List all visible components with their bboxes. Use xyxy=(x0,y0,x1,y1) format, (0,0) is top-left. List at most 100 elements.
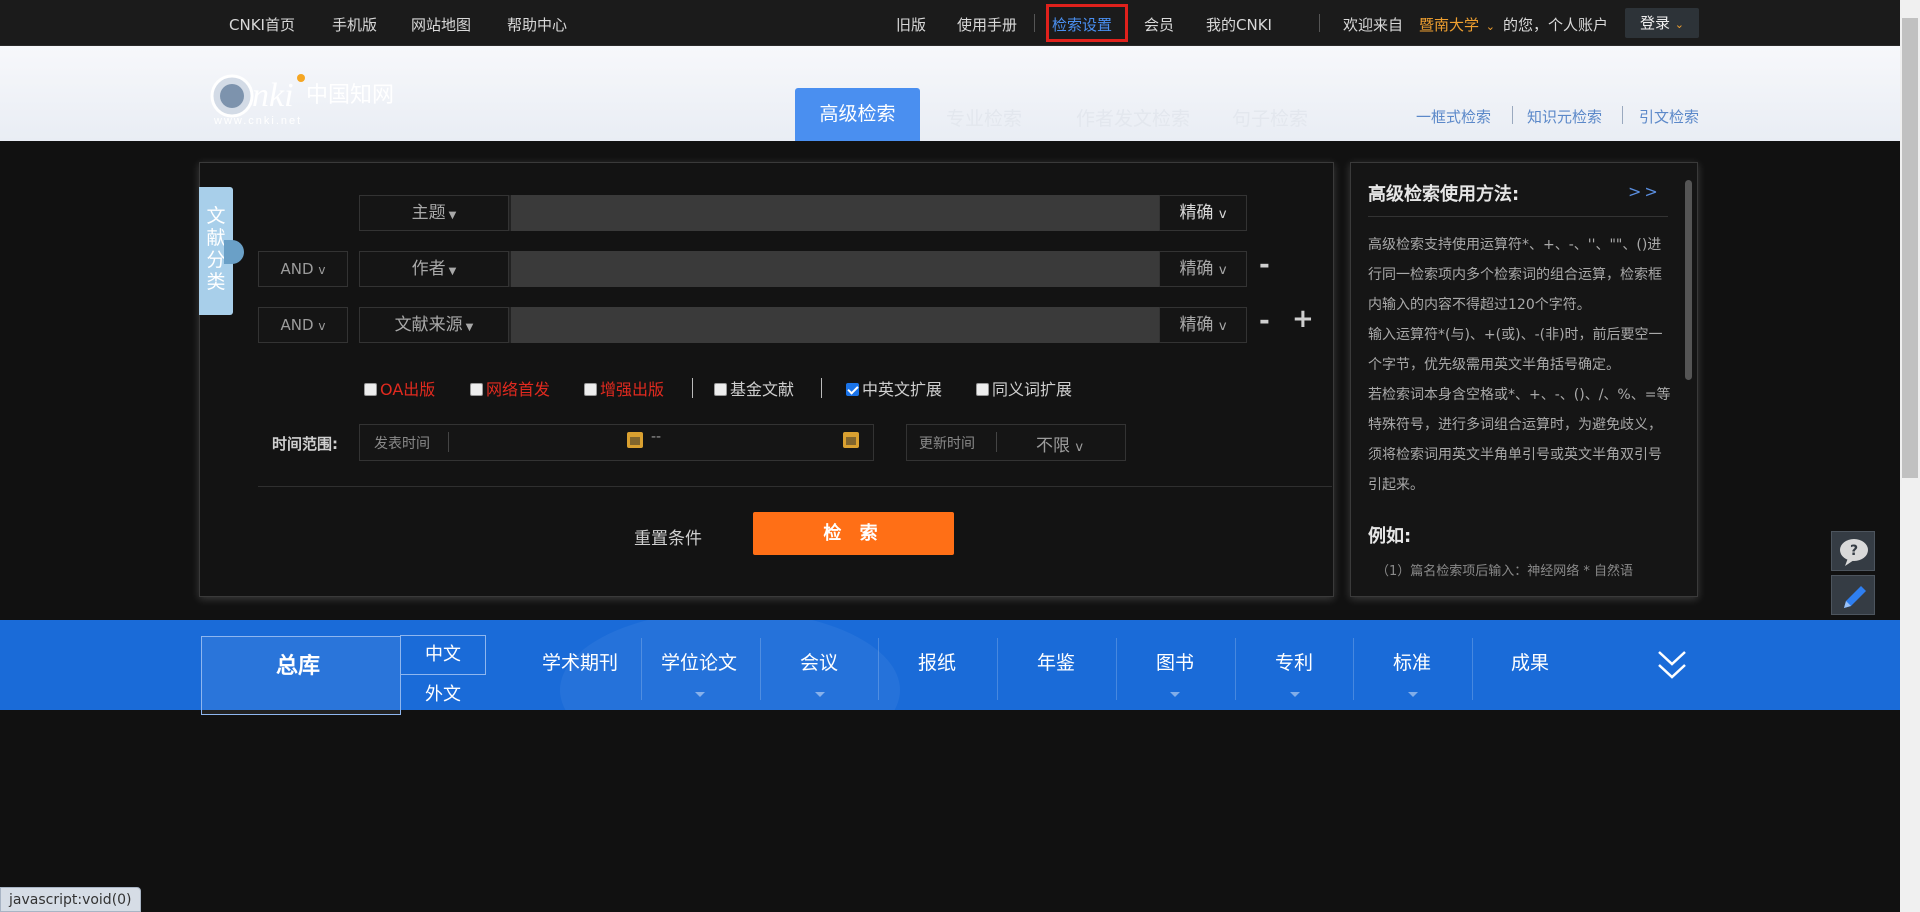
chevron-down-icon: v xyxy=(1218,319,1227,334)
user-manual-link[interactable]: 使用手册 xyxy=(957,14,1017,35)
divider xyxy=(760,638,761,700)
chevron-down-icon: v xyxy=(318,263,326,277)
remove-row-icon[interactable]: - xyxy=(1259,306,1270,336)
tab-advanced-search[interactable]: 高级检索 xyxy=(795,88,920,141)
checkbox-icon xyxy=(714,383,727,396)
match-select-2[interactable]: 精确 v xyxy=(1159,251,1247,287)
login-label: 登录 xyxy=(1639,14,1670,32)
divider xyxy=(821,378,822,398)
mobile-version-link[interactable]: 手机版 xyxy=(332,14,377,35)
one-box-search-link[interactable]: 一框式检索 xyxy=(1416,106,1491,127)
divider xyxy=(1472,638,1473,700)
panel-divider xyxy=(258,486,1332,487)
time-range-label: 时间范围: xyxy=(272,435,338,453)
login-button[interactable]: 登录 ⌄ xyxy=(1625,8,1699,38)
category-books[interactable]: 图书 xyxy=(1156,648,1194,675)
caret-down-icon xyxy=(815,692,825,697)
category-total[interactable]: 总库 xyxy=(276,648,320,680)
category-chinese[interactable]: 中文 xyxy=(400,635,486,675)
citation-search-link[interactable]: 引文检索 xyxy=(1639,106,1699,127)
match-label: 精确 xyxy=(1179,259,1214,279)
help-example-text: （1）篇名检索项后输入：神经网络 * 自然语 xyxy=(1376,564,1634,579)
add-row-icon[interactable]: + xyxy=(1292,304,1314,334)
chevron-down-icon: v xyxy=(1218,207,1227,222)
field-select-label: 作者 xyxy=(411,259,446,279)
help-title: 高级检索使用方法: xyxy=(1368,184,1520,205)
help-center-link[interactable]: 帮助中心 xyxy=(507,14,567,35)
help-example-title: 例如: xyxy=(1368,526,1412,547)
institution-dropdown[interactable]: 暨南大学 ⌄ xyxy=(1419,14,1495,35)
checkbox-synonym-expansion[interactable]: 同义词扩展 xyxy=(976,376,1072,400)
calendar-icon[interactable] xyxy=(627,432,643,448)
divider xyxy=(1512,106,1513,124)
field-select-1[interactable]: 主题 ▼ xyxy=(359,195,509,231)
category-yearbooks[interactable]: 年鉴 xyxy=(1037,648,1075,675)
browser-status-bar: javascript:void(0) xyxy=(0,887,141,912)
my-cnki-link[interactable]: 我的CNKI xyxy=(1206,14,1272,35)
keyword-input-2[interactable] xyxy=(509,251,1159,287)
reset-conditions-button[interactable]: 重置条件 xyxy=(634,524,702,549)
checkbox-online-first[interactable]: 网络首发 xyxy=(470,376,550,400)
field-select-label: 文献来源 xyxy=(394,315,463,335)
checkbox-fund-literature[interactable]: 基金文献 xyxy=(714,376,794,400)
operator-label: AND xyxy=(280,260,314,278)
match-label: 精确 xyxy=(1179,203,1214,223)
caret-down-icon xyxy=(1408,692,1418,697)
range-separator: -- xyxy=(651,429,662,445)
category-journals[interactable]: 学术期刊 xyxy=(542,648,618,675)
tab-sentence-search[interactable]: 句子检索 xyxy=(1232,104,1308,131)
help-body: 高级检索支持使用运算符*、+、-、''、""、()进行同一检索项内多个检索词的组… xyxy=(1368,230,1672,500)
checkbox-cn-en-expansion[interactable]: 中英文扩展 xyxy=(846,376,942,400)
divider xyxy=(878,638,879,700)
old-version-link[interactable]: 旧版 xyxy=(896,14,926,35)
cnki-home-link[interactable]: CNKI首页 xyxy=(229,14,295,35)
remove-row-icon[interactable]: - xyxy=(1259,250,1270,280)
side-tab-char: 类 xyxy=(206,271,226,293)
search-button[interactable]: 检 索 xyxy=(753,512,954,555)
page-scrollbar-thumb[interactable] xyxy=(1902,18,1918,478)
highlight-annotation-box xyxy=(1046,4,1128,42)
checkbox-checked-icon xyxy=(846,383,859,396)
help-more-link[interactable]: >> xyxy=(1628,182,1661,201)
category-standards[interactable]: 标准 xyxy=(1393,648,1431,675)
keyword-input-1[interactable] xyxy=(509,195,1159,231)
field-select-2[interactable]: 作者 ▼ xyxy=(359,251,509,287)
match-label: 精确 xyxy=(1179,315,1214,335)
edit-note-button[interactable] xyxy=(1831,575,1875,615)
svg-text:?: ? xyxy=(1850,543,1858,559)
tab-professional-search[interactable]: 专业检索 xyxy=(946,104,1022,131)
help-scrollbar[interactable] xyxy=(1685,180,1692,380)
match-select-3[interactable]: 精确 v xyxy=(1159,307,1247,343)
category-conferences[interactable]: 会议 xyxy=(800,648,838,675)
category-dissertations[interactable]: 学位论文 xyxy=(661,648,737,675)
field-select-3[interactable]: 文献来源 ▼ xyxy=(359,307,509,343)
divider xyxy=(1353,638,1354,700)
update-time-value[interactable]: 不限 v xyxy=(1036,431,1083,456)
top-navigation-bar: CNKI首页 手机版 网站地图 帮助中心 旧版 使用手册 检索设置 会员 我的C… xyxy=(0,0,1900,46)
cnki-logo[interactable]: nki 中国知网 www.cnki.net xyxy=(206,66,436,127)
chevron-down-icon: ⌄ xyxy=(1485,20,1496,33)
knowledge-search-link[interactable]: 知识元检索 xyxy=(1527,106,1602,127)
checkbox-label: 增强出版 xyxy=(600,380,665,399)
category-achievements[interactable]: 成果 xyxy=(1511,648,1549,675)
category-foreign[interactable]: 外文 xyxy=(400,675,486,715)
membership-link[interactable]: 会员 xyxy=(1144,14,1174,35)
site-map-link[interactable]: 网站地图 xyxy=(411,14,471,35)
calendar-icon[interactable] xyxy=(843,432,859,448)
side-tab-char: 文 xyxy=(206,205,226,227)
tab-author-search[interactable]: 作者发文检索 xyxy=(1076,104,1190,131)
checkbox-oa-publish[interactable]: OA出版 xyxy=(364,376,435,400)
institution-name: 暨南大学 xyxy=(1419,16,1480,34)
category-patents[interactable]: 专利 xyxy=(1275,648,1313,675)
category-newspapers[interactable]: 报纸 xyxy=(918,648,956,675)
operator-select-3[interactable]: AND v xyxy=(258,307,348,343)
match-select-1[interactable]: 精确 v xyxy=(1159,195,1247,231)
keyword-input-3[interactable] xyxy=(509,307,1159,343)
double-chevron-down-icon[interactable] xyxy=(1657,648,1687,682)
publish-time-range xyxy=(359,424,874,461)
caret-down-icon: ▼ xyxy=(448,266,457,277)
publish-time-label: 发表时间 xyxy=(374,436,430,452)
operator-select-2[interactable]: AND v xyxy=(258,251,348,287)
checkbox-enhanced-publish[interactable]: 增强出版 xyxy=(584,376,664,400)
feedback-button[interactable]: ? xyxy=(1831,531,1875,571)
